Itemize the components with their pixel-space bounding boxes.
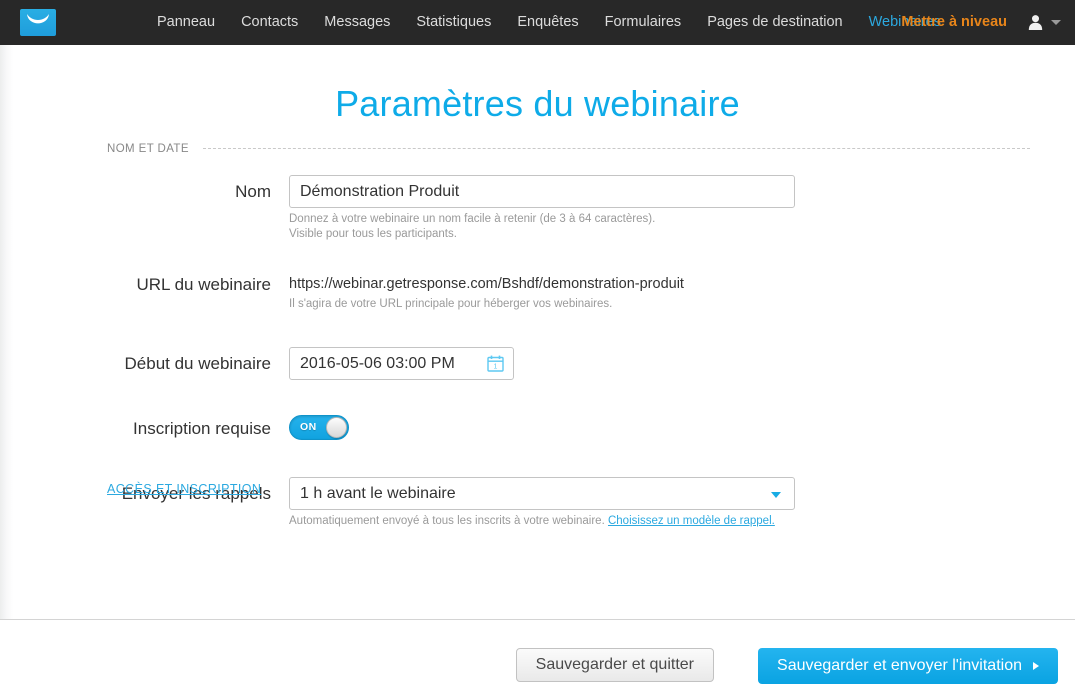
field-inscription: ON [289, 415, 349, 440]
nav-link-formulaires[interactable]: Formulaires [592, 0, 695, 45]
field-rappels: 1 h avant le webinaire Automatiquement e… [289, 477, 795, 529]
nav-link-panneau[interactable]: Panneau [157, 0, 228, 45]
start-datetime-field[interactable]: 1 [289, 347, 514, 380]
reminders-select[interactable]: 1 h avant le webinaire [289, 477, 795, 510]
user-icon [1028, 15, 1043, 30]
rappels-helper-text: Automatiquement envoyé à tous les inscri… [289, 514, 795, 529]
nav-link-pages-de-destination[interactable]: Pages de destination [694, 0, 855, 45]
svg-text:1: 1 [494, 364, 498, 371]
page-body: Paramètres du webinaire NOM ET DATE Nom … [0, 45, 1075, 699]
nav-link-enquetes[interactable]: Enquêtes [504, 0, 591, 45]
calendar-icon[interactable]: 1 [487, 355, 504, 372]
nav-link-messages[interactable]: Messages [311, 0, 403, 45]
save-and-send-invitation-button[interactable]: Sauvegarder et envoyer l'invitation [758, 648, 1058, 684]
toggle-state-label: ON [300, 421, 317, 433]
nom-helper-line-2: Visible pour tous les participants. [289, 228, 457, 240]
nom-helper-line-1: Donnez à votre webinaire un nom facile à… [289, 213, 656, 225]
user-menu[interactable] [1027, 0, 1061, 45]
url-helper-text: Il s'agira de votre URL principale pour … [289, 298, 613, 310]
page-title: Paramètres du webinaire [335, 83, 740, 124]
reminder-template-link[interactable]: Choisissez un modèle de rappel. [608, 515, 775, 527]
acces-et-inscription-link[interactable]: ACCÈS ET INSCRIPTION [107, 482, 261, 496]
envelope-logo-icon [27, 14, 49, 24]
webinar-url-value: https://webinar.getresponse.com/Bshdf/de… [289, 276, 684, 292]
save-and-send-invitation-label: Sauvegarder et envoyer l'invitation [777, 657, 1022, 674]
section-label: NOM ET DATE [107, 143, 189, 155]
label-nom: Nom [235, 182, 271, 201]
chevron-down-icon[interactable] [771, 492, 781, 498]
main-nav-links: Panneau Contacts Messages Statistiques E… [157, 0, 954, 45]
start-datetime-input[interactable] [290, 348, 490, 379]
getresponse-logo[interactable] [20, 9, 56, 36]
name-input[interactable] [289, 175, 795, 208]
nav-link-contacts[interactable]: Contacts [228, 0, 311, 45]
left-edge-shadow [0, 45, 13, 620]
registration-required-toggle[interactable]: ON [289, 415, 349, 440]
nav-link-statistiques[interactable]: Statistiques [403, 0, 504, 45]
label-inscription: Inscription requise [133, 419, 271, 438]
footer-actions: Sauvegarder et quitter Sauvegarder et en… [0, 620, 1075, 699]
reminders-selected-value: 1 h avant le webinaire [300, 484, 456, 502]
save-and-quit-button[interactable]: Sauvegarder et quitter [515, 648, 714, 682]
toggle-knob[interactable] [326, 417, 347, 438]
nom-helper-text: Donnez à votre webinaire un nom facile à… [289, 212, 795, 242]
upgrade-link[interactable]: Mettre à niveau [901, 0, 1007, 45]
rappels-helper-sentence: Automatiquement envoyé à tous les inscri… [289, 515, 605, 527]
field-url: https://webinar.getresponse.com/Bshdf/de… [289, 275, 684, 312]
field-nom: Donnez à votre webinaire un nom facile à… [289, 175, 795, 242]
chevron-down-icon [1051, 20, 1061, 25]
label-url: URL du webinaire [136, 275, 272, 294]
arrow-right-icon [1033, 662, 1039, 670]
top-navigation-bar: Panneau Contacts Messages Statistiques E… [0, 0, 1075, 45]
field-debut: 1 [289, 347, 514, 380]
section-dotted-rule [202, 148, 1030, 150]
section-header-nom-et-date: NOM ET DATE [107, 143, 1030, 155]
label-debut: Début du webinaire [124, 354, 271, 373]
